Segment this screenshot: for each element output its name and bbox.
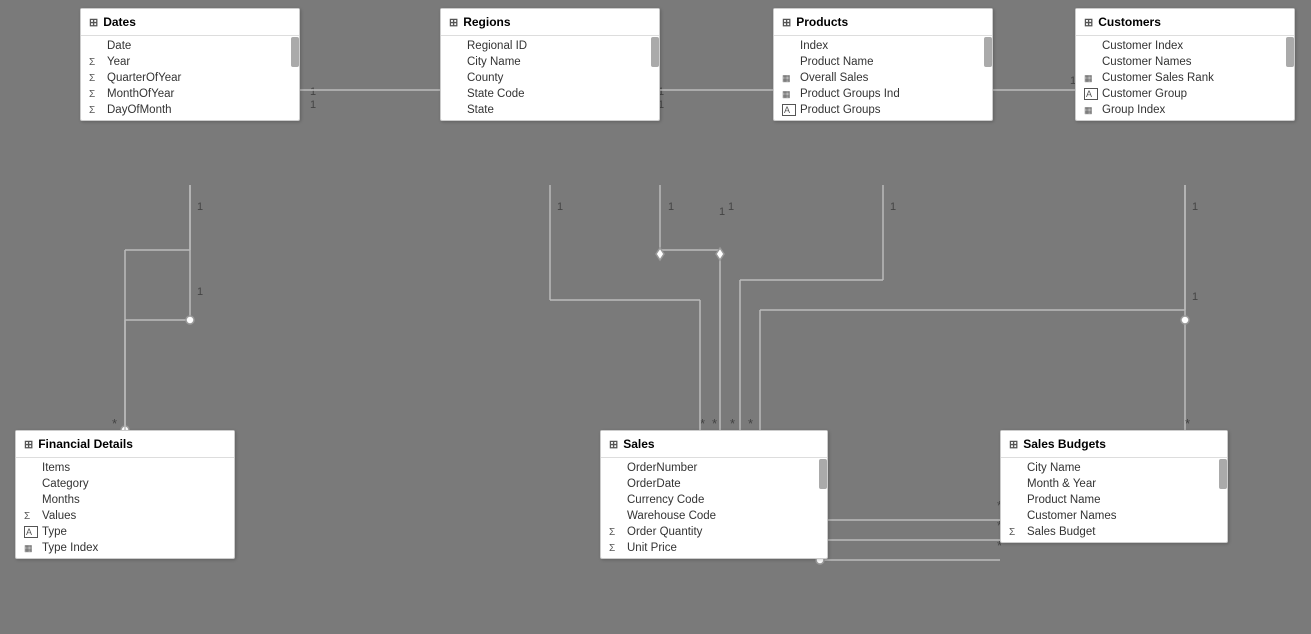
field-ordernumber: OrderNumber <box>601 460 827 476</box>
field-currency-code: Currency Code <box>601 492 827 508</box>
svg-text:1: 1 <box>557 201 563 213</box>
field-year: Σ Year <box>81 54 299 70</box>
table-grid-icon-sales: ⊞ <box>609 438 618 451</box>
svg-text:*: * <box>730 416 735 431</box>
dates-table-body: Date Σ Year Σ QuarterOfYear Σ MonthOfYea… <box>81 36 299 120</box>
field-items: Items <box>16 460 234 476</box>
customers-table: ⊞ Customers Customer Index Customer Name… <box>1075 8 1295 121</box>
svg-text:1: 1 <box>728 201 734 213</box>
field-product-name: Product Name <box>774 54 992 70</box>
svg-text:*: * <box>712 416 717 431</box>
field-icon-year: Σ <box>89 57 103 68</box>
field-state-code: State Code <box>441 86 659 102</box>
financial-details-table-title: Financial Details <box>38 437 133 451</box>
financial-details-table-body: Items Category Months Σ Values A Type ▦ … <box>16 458 234 558</box>
field-sb-city-name: City Name <box>1001 460 1227 476</box>
svg-text:1: 1 <box>197 201 203 213</box>
sales-budgets-table-header: ⊞ Sales Budgets <box>1001 431 1227 458</box>
field-index: Index <box>774 38 992 54</box>
sales-budgets-table: ⊞ Sales Budgets City Name Month & Year P… <box>1000 430 1228 543</box>
table-grid-icon-fin: ⊞ <box>24 438 33 451</box>
svg-text:*: * <box>748 416 753 431</box>
svg-text:1: 1 <box>668 201 674 213</box>
svg-text:1: 1 <box>719 206 725 218</box>
table-grid-icon-regions: ⊞ <box>449 16 458 29</box>
field-type: A Type <box>16 524 234 540</box>
svg-text:1: 1 <box>310 86 316 98</box>
products-table-body: Index Product Name ▦ Overall Sales ▦ Pro… <box>774 36 992 120</box>
table-grid-icon-customers: ⊞ <box>1084 16 1093 29</box>
field-customer-names: Customer Names <box>1076 54 1294 70</box>
customers-table-title: Customers <box>1098 15 1161 29</box>
dates-table: ⊞ Dates Date Σ Year Σ QuarterOfYear Σ Mo… <box>80 8 300 121</box>
field-icon-dom: Σ <box>89 105 103 116</box>
svg-text:*: * <box>1185 416 1190 431</box>
products-table-header: ⊞ Products <box>774 9 992 36</box>
field-sb-customer-names: Customer Names <box>1001 508 1227 524</box>
field-customer-sales-rank: ▦ Customer Sales Rank <box>1076 70 1294 86</box>
table-grid-icon-products: ⊞ <box>782 16 791 29</box>
products-table-title: Products <box>796 15 848 29</box>
table-grid-icon-sb: ⊞ <box>1009 438 1018 451</box>
field-product-groups: A Product Groups <box>774 102 992 118</box>
field-date: Date <box>81 38 299 54</box>
regions-table-body: Regional ID City Name County State Code … <box>441 36 659 120</box>
customers-table-body: Customer Index Customer Names ▦ Customer… <box>1076 36 1294 120</box>
svg-text:1: 1 <box>197 286 203 298</box>
field-sb-product-name: Product Name <box>1001 492 1227 508</box>
field-quarterofyear: Σ QuarterOfYear <box>81 70 299 86</box>
sales-budgets-table-title: Sales Budgets <box>1023 437 1106 451</box>
field-regional-id: Regional ID <box>441 38 659 54</box>
sales-table-header: ⊞ Sales <box>601 431 827 458</box>
field-unit-price: Σ Unit Price <box>601 540 827 556</box>
field-county: County <box>441 70 659 86</box>
field-sb-month-year: Month & Year <box>1001 476 1227 492</box>
customers-table-header: ⊞ Customers <box>1076 9 1294 36</box>
field-warehouse-code: Warehouse Code <box>601 508 827 524</box>
field-orderdate: OrderDate <box>601 476 827 492</box>
field-months: Months <box>16 492 234 508</box>
field-overall-sales: ▦ Overall Sales <box>774 70 992 86</box>
financial-details-table-header: ⊞ Financial Details <box>16 431 234 458</box>
field-state: State <box>441 102 659 118</box>
regions-table-title: Regions <box>463 15 510 29</box>
svg-text:*: * <box>112 416 117 431</box>
field-monthofyear: Σ MonthOfYear <box>81 86 299 102</box>
field-dayofmonth: Σ DayOfMonth <box>81 102 299 118</box>
field-customer-group: A Customer Group <box>1076 86 1294 102</box>
sales-table: ⊞ Sales OrderNumber OrderDate Currency C… <box>600 430 828 559</box>
svg-text:*: * <box>700 416 705 431</box>
field-customer-index: Customer Index <box>1076 38 1294 54</box>
products-table: ⊞ Products Index Product Name ▦ Overall … <box>773 8 993 121</box>
dates-table-title: Dates <box>103 15 136 29</box>
financial-details-table: ⊞ Financial Details Items Category Month… <box>15 430 235 559</box>
regions-table-header: ⊞ Regions <box>441 9 659 36</box>
field-icon-qoy: Σ <box>89 73 103 84</box>
sales-table-title: Sales <box>623 437 654 451</box>
regions-table: ⊞ Regions Regional ID City Name County S… <box>440 8 660 121</box>
field-icon-moy: Σ <box>89 89 103 100</box>
field-category: Category <box>16 476 234 492</box>
field-group-index: ▦ Group Index <box>1076 102 1294 118</box>
sales-budgets-table-body: City Name Month & Year Product Name Cust… <box>1001 458 1227 542</box>
field-product-groups-ind: ▦ Product Groups Ind <box>774 86 992 102</box>
field-order-quantity: Σ Order Quantity <box>601 524 827 540</box>
dates-table-header: ⊞ Dates <box>81 9 299 36</box>
field-city-name: City Name <box>441 54 659 70</box>
field-type-index: ▦ Type Index <box>16 540 234 556</box>
table-grid-icon: ⊞ <box>89 16 98 29</box>
svg-text:1: 1 <box>890 201 896 213</box>
svg-text:1: 1 <box>1192 201 1198 213</box>
field-sb-sales-budget: Σ Sales Budget <box>1001 524 1227 540</box>
svg-text:1: 1 <box>1192 291 1198 303</box>
field-values: Σ Values <box>16 508 234 524</box>
svg-text:1: 1 <box>310 99 316 111</box>
sales-table-body: OrderNumber OrderDate Currency Code Ware… <box>601 458 827 558</box>
